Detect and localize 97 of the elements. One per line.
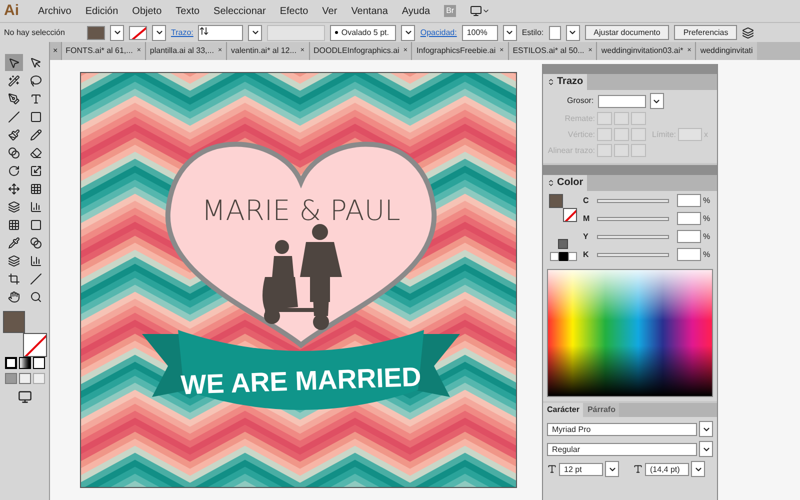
style-swatch[interactable]	[548, 26, 561, 40]
font-size-field[interactable]: 12 pt	[559, 462, 603, 476]
percent-unit: %	[703, 248, 710, 260]
caret-icon	[568, 28, 578, 37]
channel-field[interactable]	[677, 230, 701, 243]
panel-tab[interactable]: Carácter	[543, 403, 584, 417]
channel-slider[interactable]	[597, 216, 669, 220]
draw-behind-icon[interactable]	[18, 373, 30, 384]
tab-label[interactable]: plantilla.ai al 33,...	[150, 45, 214, 57]
panel-tab[interactable]: Trazo	[543, 74, 588, 90]
selection-tool-icon[interactable]	[4, 54, 22, 71]
document-tab[interactable]: weddinginvitati	[695, 42, 757, 60]
weight-field[interactable]	[598, 94, 646, 108]
limit-field[interactable]	[678, 128, 702, 141]
caret-icon	[404, 28, 413, 37]
menu-item[interactable]: Ver	[322, 4, 338, 18]
percent-unit: %	[703, 212, 710, 224]
arrange-documents-icon[interactable]	[742, 26, 754, 38]
opacity-link[interactable]: Opacidad:	[420, 26, 457, 38]
app-logo: Ai	[4, 0, 20, 21]
dropdown-button[interactable]	[248, 24, 262, 40]
collapse-icon	[547, 179, 555, 187]
workspace-switcher-icon[interactable]	[470, 5, 490, 17]
toolbar-button[interactable]: Preferencias	[674, 25, 738, 40]
tab-label[interactable]: valentin.ai* al 12...	[231, 45, 296, 57]
caret-icon	[154, 28, 164, 37]
fill-color-swatch[interactable]	[2, 311, 24, 333]
dropdown-button[interactable]	[650, 93, 664, 109]
leading-field[interactable]: (14,4 pt)	[645, 462, 689, 476]
dropdown-button[interactable]	[152, 24, 166, 40]
dropdown-button[interactable]	[699, 421, 713, 437]
panel-tab[interactable]: Color	[543, 175, 588, 191]
menu-item[interactable]: Efecto	[280, 4, 308, 18]
stroke-swatch[interactable]	[129, 26, 147, 40]
panel-fill-swatch[interactable]	[549, 194, 563, 208]
dropdown-button[interactable]	[401, 24, 416, 40]
channel-slider[interactable]	[597, 198, 669, 202]
tab-label[interactable]: weddinginvitation03.ai*	[601, 45, 684, 57]
brush-dropdown[interactable]: Ovalado 5 pt.	[330, 24, 396, 40]
percent-unit: %	[703, 194, 710, 206]
percent-unit: %	[703, 230, 710, 242]
dropdown-button[interactable]	[699, 441, 713, 457]
tab-label[interactable]: FONTS.ai* al 61,...	[66, 45, 133, 57]
menu-item[interactable]: Seleccionar	[214, 4, 266, 18]
dropdown-button[interactable]	[110, 24, 124, 40]
gradient-mode-icon[interactable]	[18, 357, 30, 369]
fill-swatch[interactable]	[87, 26, 105, 40]
none-swatch[interactable]	[550, 252, 558, 261]
caret-icon	[250, 28, 260, 37]
channel-field[interactable]	[677, 212, 701, 225]
caret-icon	[112, 28, 122, 37]
font-size-icon	[547, 464, 557, 474]
menu-item[interactable]: Ayuda	[402, 4, 430, 18]
screen-mode-icon[interactable]	[18, 390, 32, 404]
couple-names: MARIE & PAUL	[202, 194, 400, 227]
menu-item[interactable]: Objeto	[132, 4, 162, 18]
stroke-link[interactable]: Trazo:	[171, 26, 194, 38]
stroke-weight-field[interactable]	[198, 24, 244, 40]
channel-field[interactable]	[677, 194, 701, 207]
menu-item[interactable]: Ventana	[351, 4, 388, 18]
dropdown-button[interactable]	[605, 461, 619, 477]
dropdown-button[interactable]	[566, 24, 580, 40]
tab-label[interactable]: InfographicsFreebie.ai	[416, 45, 496, 57]
selection-status: No hay selección	[4, 26, 66, 38]
weight-label: Grosor:	[567, 95, 594, 107]
style-label: Estilo:	[522, 26, 544, 38]
toolbar-button[interactable]: Ajustar documento	[584, 25, 670, 40]
close-tab-button[interactable]: ×	[50, 42, 61, 60]
channel-slider[interactable]	[597, 252, 669, 256]
tab-label[interactable]: ESTILOS.ai* al 50...	[512, 45, 584, 57]
menu-item[interactable]: Edición	[85, 4, 118, 18]
menu-item[interactable]: Archivo	[38, 4, 72, 18]
font-family-field[interactable]: Myriad Pro	[547, 422, 697, 436]
channel-slider[interactable]	[597, 234, 669, 238]
color-spectrum[interactable]	[547, 269, 713, 397]
panel-stroke-swatch[interactable]	[563, 208, 577, 222]
channel-label: M	[583, 212, 589, 224]
menu-item[interactable]: Texto	[176, 4, 200, 18]
font-style-field[interactable]: Regular	[547, 442, 697, 456]
caret-icon	[505, 28, 514, 37]
dropdown-button[interactable]	[691, 461, 705, 477]
channel-field[interactable]	[677, 248, 701, 261]
tab-label[interactable]: DOODLEInfographics.ai	[314, 45, 400, 57]
channel-label: C	[583, 194, 589, 206]
color-mode-icon[interactable]	[4, 357, 16, 369]
draw-normal-icon[interactable]	[4, 373, 16, 384]
opacity-field[interactable]: 100%	[462, 24, 498, 40]
panel-tab[interactable]: Párrafo	[583, 403, 620, 417]
channel-label: K	[583, 248, 589, 260]
stroke-color-swatch[interactable]	[22, 333, 46, 357]
collapse-icon	[547, 78, 555, 86]
banner-text: WE ARE MARRIED	[180, 362, 422, 400]
leading-icon	[633, 464, 643, 474]
tab-label[interactable]: weddinginvitati	[700, 45, 753, 57]
channel-label: Y	[583, 230, 589, 242]
none-mode-icon[interactable]	[32, 357, 44, 369]
dropdown-button[interactable]	[502, 24, 517, 40]
